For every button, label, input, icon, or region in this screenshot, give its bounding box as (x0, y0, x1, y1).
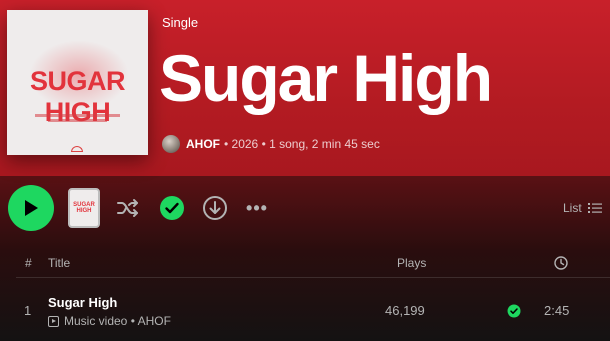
view-toggle[interactable]: List (563, 200, 602, 216)
view-toggle-label: List (563, 201, 582, 215)
column-number: # (25, 256, 32, 270)
artist-link[interactable]: AHOF (186, 137, 220, 151)
saved-to-library-button[interactable] (159, 195, 185, 221)
shuffle-icon (117, 199, 138, 217)
track-row[interactable]: 1 Sugar High Music video • AHOF 46,199 2… (0, 290, 610, 334)
column-duration (554, 256, 568, 273)
release-meta: AHOF • 2026 • 1 song, 2 min 45 sec (162, 134, 380, 154)
cover-fine-print (35, 112, 120, 124)
track-subtitle: Music video • AHOF (48, 314, 171, 328)
column-plays: Plays (397, 256, 427, 270)
now-playing-thumbnail[interactable]: SUGAR HIGH (68, 188, 100, 228)
track-number: 1 (24, 303, 32, 318)
page-title: Sugar High (159, 41, 493, 115)
music-video-icon (48, 315, 59, 327)
clock-icon (554, 256, 568, 270)
cover-logo-icon (71, 146, 83, 152)
track-duration: 2:45 (544, 303, 570, 318)
track-plays: 46,199 (385, 303, 425, 318)
shuffle-button[interactable] (114, 195, 142, 221)
download-icon (203, 196, 227, 220)
more-options-button[interactable]: ••• (243, 195, 271, 221)
track-subtitle-text: Music video • AHOF (64, 314, 171, 328)
album-cover[interactable]: SUGAR HIGH (7, 10, 148, 155)
release-details: • 2026 • 1 song, 2 min 45 sec (224, 137, 380, 151)
thumbnail-art-text: SUGAR HIGH (73, 202, 95, 214)
artist-avatar[interactable] (162, 135, 180, 153)
play-icon (25, 200, 38, 216)
list-icon (587, 203, 602, 213)
track-saved-icon[interactable] (507, 304, 521, 318)
download-button[interactable] (202, 195, 228, 221)
play-button[interactable] (8, 185, 54, 231)
column-title: Title (48, 256, 71, 270)
check-circle-icon (160, 196, 184, 220)
tracklist-header: # Title Plays (0, 252, 610, 276)
release-type-label: Single (162, 15, 199, 30)
track-title[interactable]: Sugar High (48, 295, 117, 310)
header-divider (16, 277, 610, 278)
